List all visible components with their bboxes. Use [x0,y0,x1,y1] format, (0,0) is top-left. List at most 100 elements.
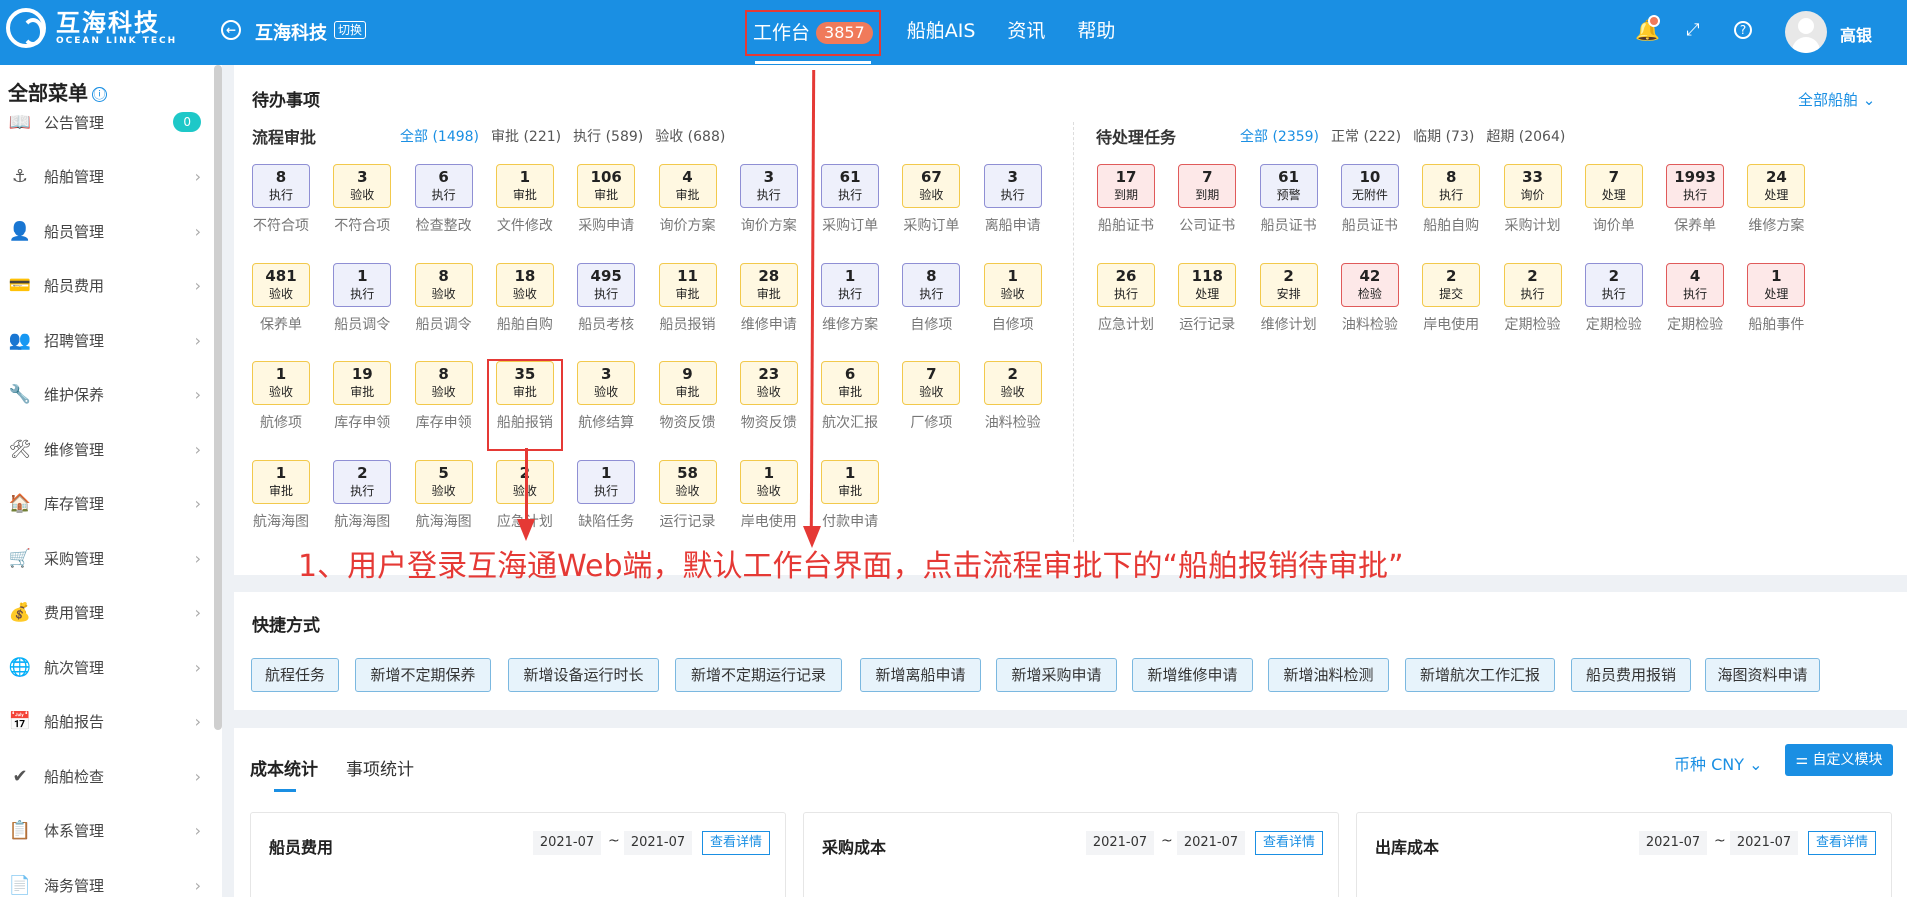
flow-filter-execute[interactable]: 执行 (589) [573,126,643,146]
flow-filter-all[interactable]: 全部 (1498) [400,126,479,146]
todo-tile[interactable]: 3 验收 不符合项 [322,164,402,235]
todo-tile[interactable]: 2 提交 岸电使用 [1411,262,1491,334]
todo-tile[interactable]: 8 验收 库存申领 [404,361,484,432]
todo-tile[interactable]: 1 执行 维修方案 [810,262,890,334]
shortcut-button[interactable]: 新增设备运行时长 [508,658,659,692]
todo-tile[interactable]: 3 验收 航修结算 [566,361,646,432]
switch-org-button[interactable]: 切换 [334,21,367,39]
todo-tile[interactable]: 3 执行 离船申请 [973,164,1053,235]
info-icon[interactable]: ⓘ [92,87,107,102]
todo-tile[interactable]: 18 验收 船舶自购 [485,262,565,334]
todo-tile[interactable]: 8 执行 船舶自购 [1411,164,1491,235]
sidebar-item-11[interactable]: 📅 船舶报告 › [0,702,205,742]
todo-tile[interactable]: 4 执行 定期检验 [1655,262,1735,334]
todo-tile[interactable]: 1 验收 自修项 [973,262,1053,334]
todo-tile[interactable]: 7 到期 公司证书 [1167,164,1247,235]
currency-selector[interactable]: 币种 CNY ⌄ [1674,751,1763,775]
todo-tile[interactable]: 58 验收 运行记录 [648,459,728,531]
sidebar-item-9[interactable]: 💰 费用管理 › [0,593,205,633]
todo-tile[interactable]: 2 执行 航海海图 [322,459,402,531]
date-from-input[interactable]: 2021-07 [1086,831,1154,855]
todo-tile[interactable]: 1 审批 付款申请 [810,459,890,531]
sidebar-item-13[interactable]: 📋 体系管理 › [0,811,205,851]
date-from-input[interactable]: 2021-07 [533,831,601,855]
date-from-input[interactable]: 2021-07 [1639,831,1707,855]
shortcut-button[interactable]: 新增不定期运行记录 [675,658,842,692]
sidebar-item-0[interactable]: 📖 公告管理 0 [0,102,205,142]
view-detail-button[interactable]: 查看详情 [702,831,770,855]
todo-tile[interactable]: 1 执行 缺陷任务 [566,459,646,531]
pending-filter-normal[interactable]: 正常 (222) [1331,126,1401,146]
todo-tile[interactable]: 9 审批 物资反馈 [648,361,728,432]
todo-tile[interactable]: 61 预警 船员证书 [1249,164,1329,235]
todo-tile[interactable]: 6 审批 航次汇报 [810,361,890,432]
todo-tile[interactable]: 118 处理 运行记录 [1167,262,1247,334]
shortcut-button[interactable]: 新增离船申请 [860,658,981,692]
todo-tile[interactable]: 1 审批 航海海图 [241,459,321,531]
help-icon[interactable]: ? [1734,21,1752,39]
todo-tile[interactable]: 28 审批 维修申请 [729,262,809,334]
todo-tile[interactable]: 11 审批 船员报销 [648,262,728,334]
todo-tile[interactable]: 6 执行 检查整改 [404,164,484,235]
flow-filter-approve[interactable]: 审批 (221) [491,126,561,146]
pending-filter-near-due[interactable]: 临期 (73) [1413,126,1474,146]
date-to-input[interactable]: 2021-07 [624,831,692,855]
shortcut-button[interactable]: 新增采购申请 [996,658,1117,692]
todo-tile[interactable]: 8 执行 自修项 [891,262,971,334]
sidebar-item-12[interactable]: ✔ 船舶检查 › [0,756,205,796]
shortcut-button[interactable]: 航程任务 [251,658,339,692]
shortcut-button[interactable]: 新增油料检测 [1268,658,1389,692]
todo-tile[interactable]: 7 验收 厂修项 [891,361,971,432]
sidebar-item-3[interactable]: 💳 船员费用 › [0,266,205,306]
nav-workbench[interactable]: 工作台 3857 [745,10,881,64]
tab-item-stats[interactable]: 事项统计 [346,755,414,780]
sidebar-item-5[interactable]: 🔧 维护保养 › [0,375,205,415]
todo-tile[interactable]: 1 执行 船员调令 [322,262,402,334]
todo-tile[interactable]: 42 检验 油料检验 [1330,262,1410,334]
todo-tile[interactable]: 1993 执行 保养单 [1655,164,1735,235]
todo-tile[interactable]: 2 执行 定期检验 [1574,262,1654,334]
todo-tile[interactable]: 8 验收 船员调令 [404,262,484,334]
shortcut-button[interactable]: 海图资料申请 [1705,658,1820,692]
view-detail-button[interactable]: 查看详情 [1255,831,1323,855]
todo-tile[interactable]: 17 到期 船舶证书 [1086,164,1166,235]
date-to-input[interactable]: 2021-07 [1730,831,1798,855]
sidebar-item-4[interactable]: 👥 招聘管理 › [0,320,205,360]
date-to-input[interactable]: 2021-07 [1177,831,1245,855]
flow-filter-accept[interactable]: 验收 (688) [655,126,725,146]
todo-tile[interactable]: 67 验收 采购订单 [891,164,971,235]
view-detail-button[interactable]: 查看详情 [1808,831,1876,855]
sidebar-item-1[interactable]: ⚓ 船舶管理 › [0,157,205,197]
todo-tile[interactable]: 7 处理 询价单 [1574,164,1654,235]
sidebar-item-2[interactable]: 👤 船员管理 › [0,211,205,251]
todo-tile[interactable]: 24 处理 维修方案 [1736,164,1816,235]
todo-tile[interactable]: 8 执行 不符合项 [241,164,321,235]
todo-tile[interactable]: 5 验收 航海海图 [404,459,484,531]
todo-tile[interactable]: 61 执行 采购订单 [810,164,890,235]
todo-tile[interactable]: 35 审批 船舶报销 [486,359,563,451]
pending-filter-all[interactable]: 全部 (2359) [1240,126,1319,146]
sidebar-item-6[interactable]: 🛠 维修管理 › [0,429,205,469]
pending-filter-overdue[interactable]: 超期 (2064) [1486,126,1565,146]
shortcut-button[interactable]: 船员费用报销 [1571,658,1691,692]
todo-tile[interactable]: 481 验收 保养单 [241,262,321,334]
logo[interactable]: 互海科技 OCEAN LINK TECH [6,8,177,48]
shortcut-button[interactable]: 新增不定期保养 [355,658,491,692]
todo-tile[interactable]: 495 执行 船员考核 [566,262,646,334]
nav-news[interactable]: 资讯 [1007,10,1045,56]
todo-tile[interactable]: 3 执行 询价方案 [729,164,809,235]
shortcut-button[interactable]: 新增维修申请 [1132,658,1253,692]
todo-tile[interactable]: 1 处理 船舶事件 [1736,262,1816,334]
sidebar-item-8[interactable]: 🛒 采购管理 › [0,538,205,578]
shortcut-button[interactable]: 新增航次工作汇报 [1405,658,1555,692]
todo-tile[interactable]: 23 验收 物资反馈 [729,361,809,432]
sidebar-scrollbar[interactable] [214,65,222,730]
user-name[interactable]: 高银 [1840,22,1872,46]
todo-tile[interactable]: 106 审批 采购申请 [566,164,646,235]
all-ships-dropdown[interactable]: 全部船舶 ⌄ [1798,89,1875,110]
tab-cost-stats[interactable]: 成本统计 [250,755,318,792]
todo-tile[interactable]: 1 验收 航修项 [241,361,321,432]
todo-tile[interactable]: 1 审批 文件修改 [485,164,565,235]
todo-tile[interactable]: 1 验收 岸电使用 [729,459,809,531]
avatar[interactable] [1785,11,1827,53]
